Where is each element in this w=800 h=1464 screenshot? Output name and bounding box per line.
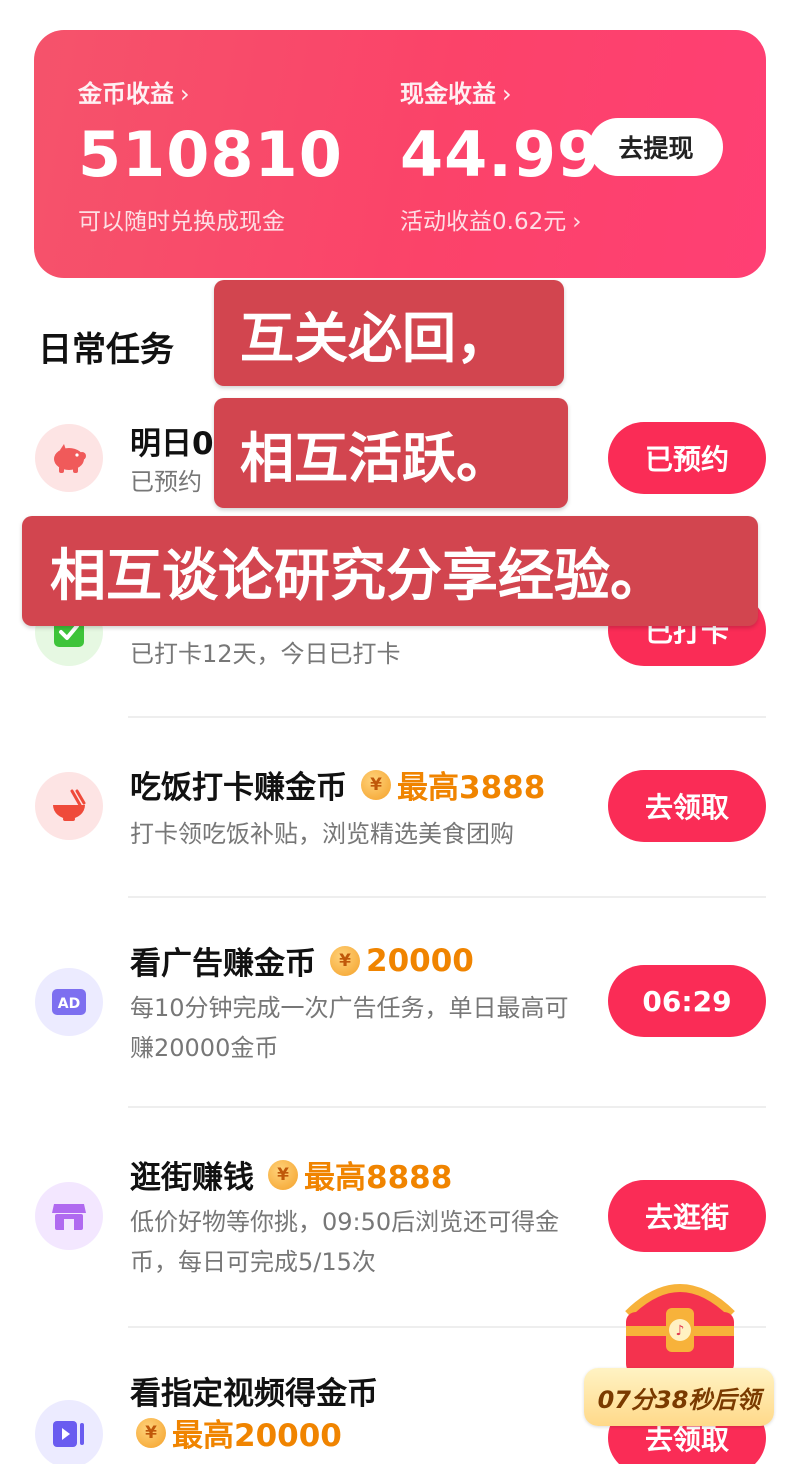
chevron-right-icon: › <box>572 209 582 235</box>
reward-amount: 最高8888 <box>304 1160 453 1196</box>
rice-bowl-icon <box>35 772 103 840</box>
svg-text:♪: ♪ <box>676 1323 685 1339</box>
task-title: 明日0 <box>130 426 214 462</box>
coin-earnings-subtitle: 可以随时兑换成现金 <box>78 209 285 235</box>
divider <box>128 716 766 718</box>
withdraw-button[interactable]: 去提现 <box>589 118 723 176</box>
chevron-right-icon: › <box>502 80 512 108</box>
task-title: 逛街赚钱 ¥ 最高8888 <box>130 1152 452 1197</box>
reward-amount: 最高3888 <box>397 770 546 806</box>
svg-text:AD: AD <box>58 996 80 1012</box>
divider <box>128 1106 766 1108</box>
caption-banner-2: 相互活跃。 <box>214 398 568 508</box>
task-description: 打卡领吃饭补贴，浏览精选美食团购 <box>130 820 514 848</box>
coin-icon: ¥ <box>330 945 360 976</box>
piggy-bank-icon <box>35 424 103 492</box>
coin-icon: ¥ <box>136 1417 166 1448</box>
shop-icon <box>35 1182 103 1250</box>
claim-button[interactable]: 去领取 <box>608 770 766 842</box>
section-title: 日常任务 <box>38 330 174 370</box>
divider <box>128 896 766 898</box>
earnings-card: 金币收益 › 510810 可以随时兑换成现金 现金收益 › 44.99 活动收益0… <box>34 30 766 278</box>
ad-countdown-button[interactable]: 06:29 <box>608 965 766 1037</box>
task-title: 看广告赚金币 ¥ 20000 <box>130 942 474 983</box>
task-reward-line: ¥ 最高20000 <box>122 1410 342 1455</box>
reserved-button[interactable]: 已预约 <box>608 422 766 494</box>
activity-earnings-link[interactable]: 活动收益0.62元 › <box>400 202 581 236</box>
reward-amount: 20000 <box>366 942 474 979</box>
caption-banner-3: 相互谈论研究分享经验。 <box>22 516 758 626</box>
caption-banner-1: 互关必回， <box>214 280 564 386</box>
coin-icon: ¥ <box>361 769 391 800</box>
chest-timer-label[interactable]: 07分38秒后领 <box>584 1368 774 1426</box>
task-title: 吃饭打卡赚金币 ¥ 最高3888 <box>130 762 545 807</box>
coin-earnings-value: 510810 <box>78 118 343 191</box>
chevron-right-icon: › <box>180 80 190 108</box>
video-icon <box>35 1400 103 1464</box>
task-description: 低价好物等你挑，09:50后浏览还可得金币，每日可完成5/15次 <box>130 1208 560 1276</box>
coin-icon: ¥ <box>268 1159 298 1190</box>
cash-earnings-label[interactable]: 现金收益 › <box>400 74 512 109</box>
go-shopping-button[interactable]: 去逛街 <box>608 1180 766 1252</box>
task-description: 已打卡12天，今日已打卡 <box>130 640 401 668</box>
ad-icon: AD <box>35 968 103 1036</box>
cash-earnings-value: 44.99 <box>400 118 602 191</box>
reward-amount: 最高20000 <box>172 1418 342 1454</box>
task-title: 看指定视频得金币 <box>130 1376 378 1412</box>
task-description: 每10分钟完成一次广告任务，单日最高可赚20000金币 <box>130 994 569 1062</box>
coin-earnings-label[interactable]: 金币收益 › <box>78 74 190 109</box>
